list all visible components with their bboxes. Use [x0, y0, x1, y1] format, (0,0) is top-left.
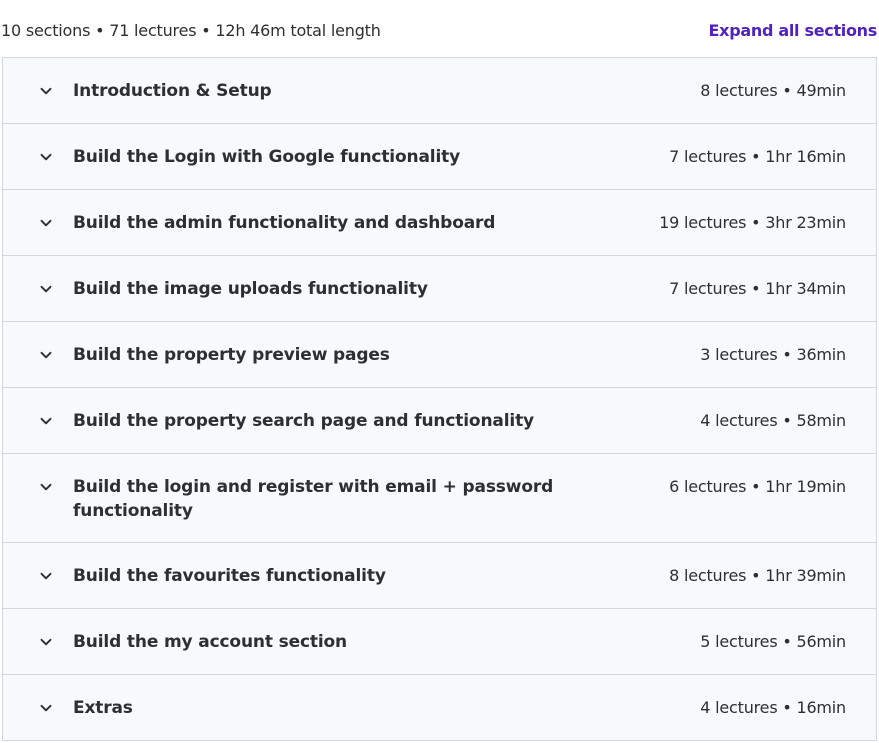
section-title: Extras: [73, 698, 133, 718]
curriculum-summary-bar: 10 sections • 71 lectures • 12h 46m tota…: [0, 0, 879, 57]
section-panel-extras[interactable]: Extras 4 lectures • 16min: [3, 675, 876, 741]
section-title: Build the property search page and funct…: [73, 411, 534, 431]
chevron-down-icon: [39, 348, 53, 362]
curriculum-summary-text: 10 sections • 71 lectures • 12h 46m tota…: [1, 21, 381, 40]
chevron-down-icon: [39, 569, 53, 583]
expand-all-sections-button[interactable]: Expand all sections: [709, 21, 878, 40]
curriculum-section-list: Introduction & Setup 8 lectures • 49min …: [2, 57, 877, 741]
section-panel-favourites[interactable]: Build the favourites functionality 8 lec…: [3, 543, 876, 609]
chevron-down-icon: [39, 701, 53, 715]
section-title: Build the property preview pages: [73, 345, 390, 365]
section-panel-property-search[interactable]: Build the property search page and funct…: [3, 388, 876, 454]
section-lecture-count: 3 lectures • 36min: [700, 345, 846, 364]
chevron-down-icon: [39, 216, 53, 230]
section-lecture-count: 19 lectures • 3hr 23min: [659, 213, 846, 232]
section-title: Build the favourites functionality: [73, 566, 386, 586]
section-lecture-count: 4 lectures • 58min: [700, 411, 846, 430]
chevron-down-icon: [39, 282, 53, 296]
section-title: Introduction & Setup: [73, 81, 272, 101]
section-panel-login-with-google[interactable]: Build the Login with Google functionalit…: [3, 124, 876, 190]
section-panel-my-account[interactable]: Build the my account section 5 lectures …: [3, 609, 876, 675]
section-title: Build the admin functionality and dashbo…: [73, 213, 496, 233]
section-panel-email-password-login[interactable]: Build the login and register with email …: [3, 454, 876, 543]
chevron-down-icon: [39, 414, 53, 428]
section-lecture-count: 5 lectures • 56min: [700, 632, 846, 651]
chevron-down-icon: [39, 480, 53, 494]
section-lecture-count: 7 lectures • 1hr 34min: [669, 279, 846, 298]
section-lecture-count: 4 lectures • 16min: [700, 698, 846, 717]
section-panel-admin-dashboard[interactable]: Build the admin functionality and dashbo…: [3, 190, 876, 256]
section-title: Build the Login with Google functionalit…: [73, 147, 461, 167]
section-panel-introduction-setup[interactable]: Introduction & Setup 8 lectures • 49min: [3, 58, 876, 124]
section-lecture-count: 8 lectures • 1hr 39min: [669, 566, 846, 585]
section-panel-property-preview[interactable]: Build the property preview pages 3 lectu…: [3, 322, 876, 388]
section-panel-image-uploads[interactable]: Build the image uploads functionality 7 …: [3, 256, 876, 322]
chevron-down-icon: [39, 84, 53, 98]
section-lecture-count: 8 lectures • 49min: [700, 81, 846, 100]
section-title: Build the login and register with email …: [73, 477, 554, 521]
section-title: Build the my account section: [73, 632, 348, 652]
chevron-down-icon: [39, 635, 53, 649]
section-title: Build the image uploads functionality: [73, 279, 428, 299]
section-lecture-count: 6 lectures • 1hr 19min: [669, 477, 846, 496]
chevron-down-icon: [39, 150, 53, 164]
section-lecture-count: 7 lectures • 1hr 16min: [669, 147, 846, 166]
